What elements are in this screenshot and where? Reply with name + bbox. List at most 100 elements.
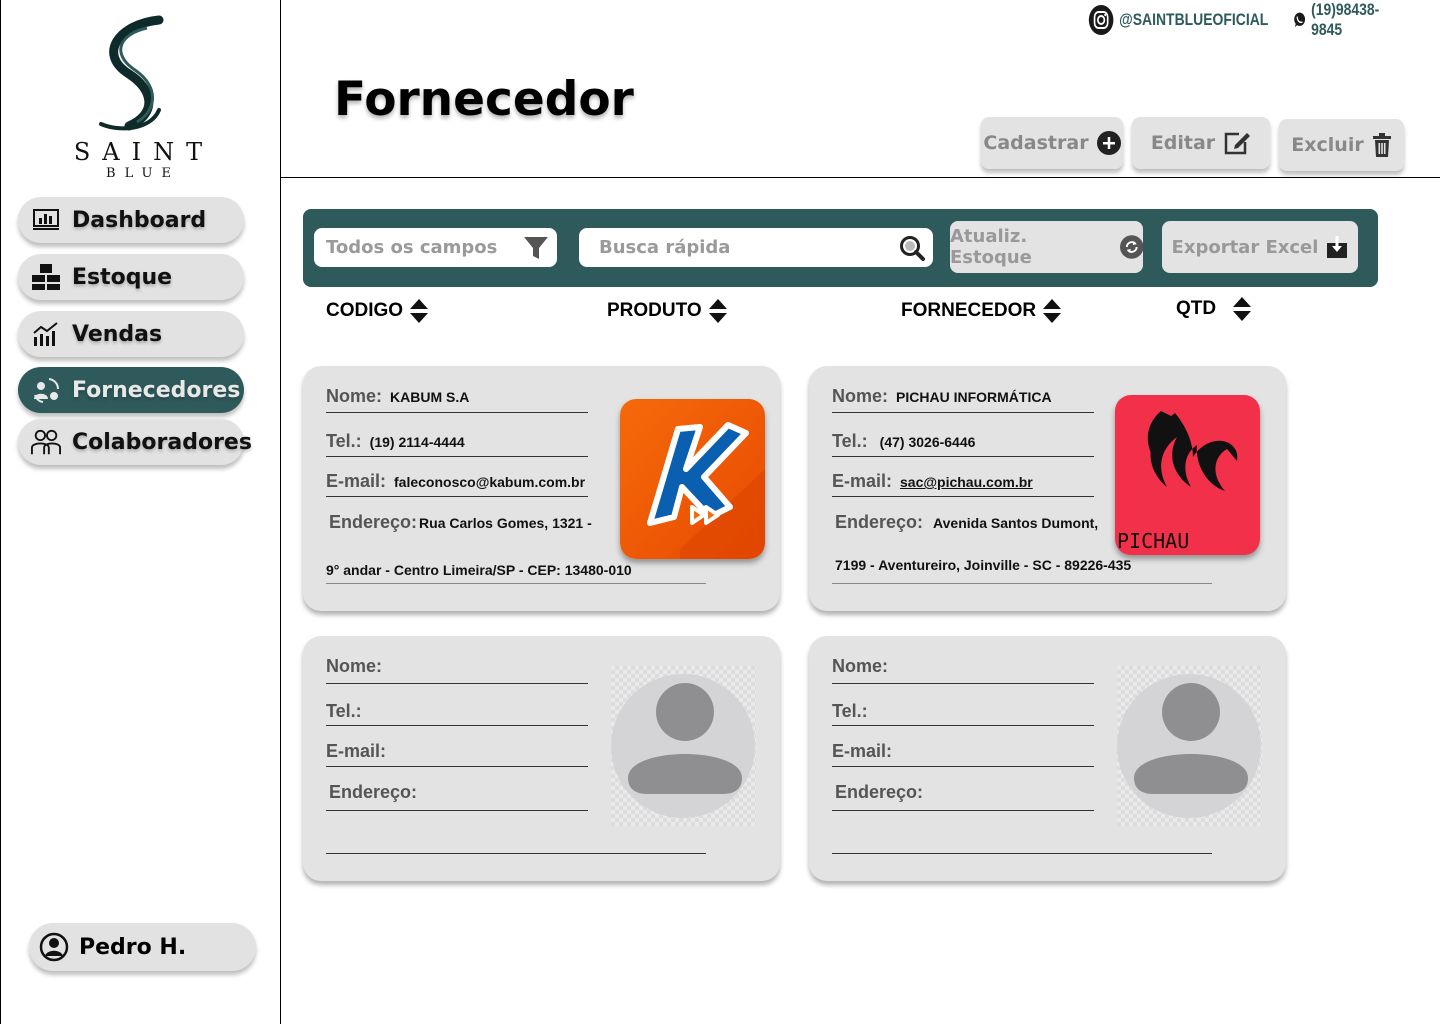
supplier-exchange-icon <box>31 375 61 405</box>
divider <box>326 725 588 726</box>
divider <box>326 496 588 497</box>
instagram-handle: @SAINTBLUEOFICIAL <box>1119 10 1269 29</box>
filter-icon <box>524 237 548 259</box>
sort-icon <box>1233 297 1252 321</box>
field-label: Nome: <box>326 386 383 406</box>
field-email: E-mail: <box>326 741 394 761</box>
sidebar-item-fornecedores[interactable]: Fornecedores <box>18 367 244 413</box>
field-nome: Nome: KABUM S.A <box>326 386 469 406</box>
supplier-phone: (19) 2114-4444 <box>369 434 465 450</box>
field-label: E-mail: <box>326 471 387 491</box>
kabum-logo <box>620 399 765 559</box>
supplier-card[interactable]: Nome: KABUM S.A Tel.: (19) 2114-4444 E-m… <box>303 366 780 611</box>
field-label: Nome: <box>326 656 383 676</box>
supplier-email[interactable]: faleconosco@kabum.com.br <box>394 474 585 490</box>
field-tel: Tel.: (47) 3026-6446 <box>832 431 975 451</box>
update-stock-button[interactable]: Atualiz. Estoque <box>950 221 1143 273</box>
field-email: E-mail: <box>832 741 900 761</box>
user-placeholder-icon <box>1117 674 1261 818</box>
update-stock-label: Atualiz. Estoque <box>950 226 1032 268</box>
sidebar-item-label: Vendas <box>72 321 163 347</box>
user-name: Pedro H. <box>79 934 187 960</box>
field-email: E-mail: faleconosco@kabum.com.br <box>326 471 585 491</box>
filter-placeholder: Todos os campos <box>326 237 498 258</box>
field-tel: Tel.: (19) 2114-4444 <box>326 431 465 451</box>
sidebar: SAINT BLUE Dashboard Estoque Vendas Forn… <box>0 0 281 1024</box>
brand-logo[interactable]: SAINT BLUE <box>59 14 219 184</box>
field-endereco-cont: 7199 - Aventureiro, Joinville - SC - 892… <box>835 557 1131 577</box>
search-icon <box>900 236 925 261</box>
whatsapp-link[interactable]: (19)98438-9845 <box>1293 0 1384 40</box>
divider <box>326 583 706 584</box>
supplier-name: PICHAU INFORMÁTICA <box>896 389 1052 405</box>
instagram-link[interactable]: @SAINTBLUEOFICIAL <box>1088 4 1268 36</box>
divider <box>832 766 1094 767</box>
editar-button[interactable]: Editar <box>1132 117 1270 169</box>
supplier-phone: (47) 3026-6446 <box>879 434 976 450</box>
page-title: Fornecedor <box>334 72 634 127</box>
user-profile-button[interactable]: Pedro H. <box>29 923 256 971</box>
header-divider <box>281 177 1440 178</box>
field-endereco: Endereço: <box>835 782 931 802</box>
field-filter-select[interactable]: Todos os campos <box>314 228 557 267</box>
excluir-button[interactable]: Excluir <box>1279 119 1404 171</box>
cadastrar-button[interactable]: Cadastrar <box>981 117 1123 169</box>
col-header-label: QTD <box>1176 298 1217 319</box>
avatar-placeholder <box>1117 666 1262 826</box>
divider <box>326 456 588 457</box>
saint-logo-icon <box>99 15 164 131</box>
sidebar-item-label: Dashboard <box>72 207 207 233</box>
col-header-label: FORNECEDOR <box>901 300 1037 321</box>
export-excel-button[interactable]: Exportar Excel <box>1162 221 1358 273</box>
col-header-codigo[interactable]: CODIGO <box>326 298 429 324</box>
supplier-address-line1: Rua Carlos Gomes, 1321 - <box>419 515 592 531</box>
sidebar-item-vendas[interactable]: Vendas <box>18 311 244 357</box>
col-header-label: PRODUTO <box>607 300 702 321</box>
col-header-qtd[interactable]: QTD <box>1176 296 1254 322</box>
avatar-placeholder <box>611 666 756 826</box>
divider <box>832 810 1094 811</box>
supplier-address-line2: 9° andar - Centro Limeira/SP - CEP: 1348… <box>326 562 632 578</box>
divider <box>832 853 1212 854</box>
sidebar-item-label: Colaboradores <box>72 429 252 455</box>
field-label: Nome: <box>832 656 889 676</box>
sales-chart-icon <box>31 319 61 349</box>
supplier-card-empty[interactable]: Nome: Tel.: E-mail: Endereço: <box>303 636 780 881</box>
field-tel: Tel.: <box>832 701 876 721</box>
field-label: E-mail: <box>832 471 893 491</box>
divider <box>832 496 1094 497</box>
field-nome: Nome: PICHAU INFORMÁTICA <box>832 386 1052 406</box>
export-excel-label: Exportar Excel <box>1171 236 1319 258</box>
search-input[interactable]: Busca rápida <box>579 228 933 267</box>
supplier-card[interactable]: Nome: PICHAU INFORMÁTICA Tel.: (47) 3026… <box>809 366 1286 611</box>
user-avatar-icon <box>39 932 69 962</box>
pichau-wordmark: PICHAU <box>1117 529 1190 553</box>
brand-sub: BLUE <box>106 166 180 181</box>
divider <box>832 683 1094 684</box>
field-label: Tel.: <box>832 431 868 451</box>
pichau-logo: PICHAU <box>1115 395 1260 555</box>
divider <box>326 853 706 854</box>
field-label: E-mail: <box>832 741 893 761</box>
whatsapp-number: (19)98438-9845 <box>1311 0 1380 39</box>
supplier-card-empty[interactable]: Nome: Tel.: E-mail: Endereço: <box>809 636 1286 881</box>
sidebar-item-colaboradores[interactable]: Colaboradores <box>18 419 252 465</box>
col-header-fornecedor[interactable]: FORNECEDOR <box>901 298 1062 324</box>
sidebar-item-estoque[interactable]: Estoque <box>18 254 244 300</box>
col-header-label: CODIGO <box>326 300 404 321</box>
team-icon <box>31 427 61 457</box>
field-endereco-cont: 9° andar - Centro Limeira/SP - CEP: 1348… <box>326 562 632 582</box>
excluir-label: Excluir <box>1291 134 1364 156</box>
pichau-logo-icon <box>1147 411 1238 491</box>
col-header-produto[interactable]: PRODUTO <box>607 298 728 324</box>
divider <box>832 583 1212 584</box>
sidebar-item-label: Estoque <box>72 264 173 290</box>
supplier-address-line1: Avenida Santos Dumont, <box>933 515 1099 531</box>
field-label: Endereço: <box>329 512 418 532</box>
supplier-email[interactable]: sac@pichau.com.br <box>900 474 1033 490</box>
editar-label: Editar <box>1150 132 1216 154</box>
user-placeholder-icon <box>611 674 755 818</box>
sidebar-item-dashboard[interactable]: Dashboard <box>18 197 244 243</box>
field-label: Nome: <box>832 386 889 406</box>
brand-name: SAINT <box>73 138 215 166</box>
